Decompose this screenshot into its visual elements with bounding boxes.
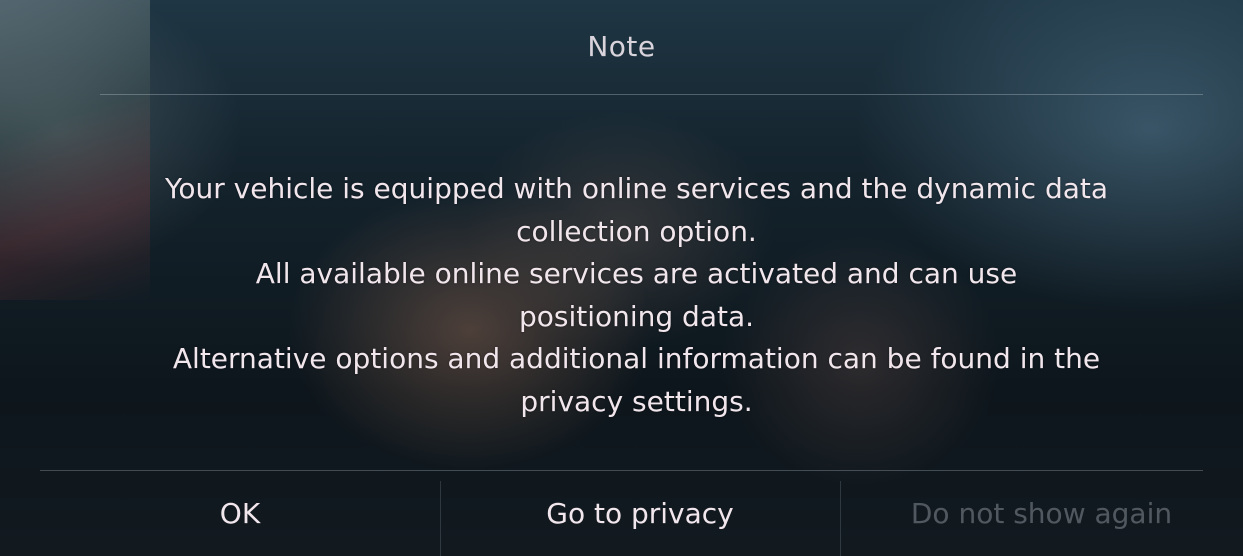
message-line: Your vehicle is equipped with online ser… [164,172,1109,205]
do-not-show-again-button[interactable]: Do not show again [840,471,1243,556]
message-line: All available online services are activa… [255,257,1018,290]
message-line: privacy settings. [520,384,753,418]
message-line: collection option. [516,214,757,248]
infotainment-screen: Note Your vehicle is equipped with onlin… [0,0,1243,556]
dialog-title: Note [587,30,656,63]
dialog-button-row: OK Go to privacy Do not show again [0,471,1243,556]
go-to-privacy-button[interactable]: Go to privacy [440,471,840,556]
dialog-message: Your vehicle is equipped with online ser… [70,168,1203,423]
message-line: Alternative options and additional infor… [172,342,1101,375]
title-divider [100,94,1203,95]
message-line: positioning data. [518,299,755,333]
ok-button[interactable]: OK [40,471,440,556]
